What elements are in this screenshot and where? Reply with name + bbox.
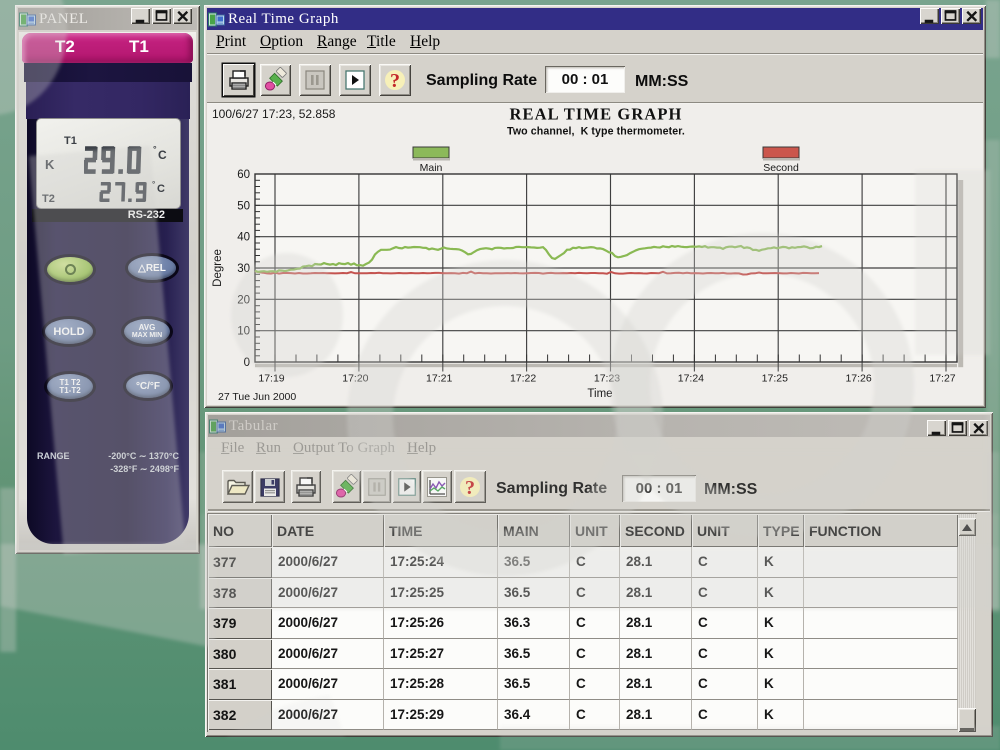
svg-text:?: ? <box>390 70 400 92</box>
svg-text:17:24: 17:24 <box>678 373 704 385</box>
svg-text:17:26: 17:26 <box>845 373 871 385</box>
svg-text:Degree: Degree <box>212 249 224 287</box>
svg-text:17:23: 17:23 <box>594 373 620 385</box>
svg-text:?: ? <box>465 477 475 499</box>
svg-text:17:27: 17:27 <box>929 373 955 385</box>
svg-text:17:21: 17:21 <box>426 373 452 385</box>
svg-text:10: 10 <box>237 326 250 338</box>
svg-text:Time: Time <box>587 388 612 400</box>
svg-text:Main: Main <box>420 162 443 174</box>
svg-text:40: 40 <box>237 232 250 244</box>
svg-text:Second: Second <box>763 162 799 174</box>
svg-text:100/6/27 17:23, 52.858: 100/6/27 17:23, 52.858 <box>212 107 336 121</box>
svg-text:17:22: 17:22 <box>510 373 536 385</box>
svg-text:27 Tue Jun 2000: 27 Tue Jun 2000 <box>218 391 296 403</box>
svg-text:60: 60 <box>237 169 250 181</box>
svg-text:17:19: 17:19 <box>258 373 284 385</box>
svg-text:17:20: 17:20 <box>342 373 368 385</box>
svg-text:REAL TIME GRAPH: REAL TIME GRAPH <box>510 105 683 124</box>
svg-text:20: 20 <box>237 294 250 306</box>
svg-text:0: 0 <box>244 357 250 369</box>
svg-text:Two channel, K type thermomet: Two channel, K type thermometer. <box>507 126 685 138</box>
svg-text:50: 50 <box>237 200 250 212</box>
svg-text:30: 30 <box>237 263 250 275</box>
svg-text:17:25: 17:25 <box>762 373 788 385</box>
